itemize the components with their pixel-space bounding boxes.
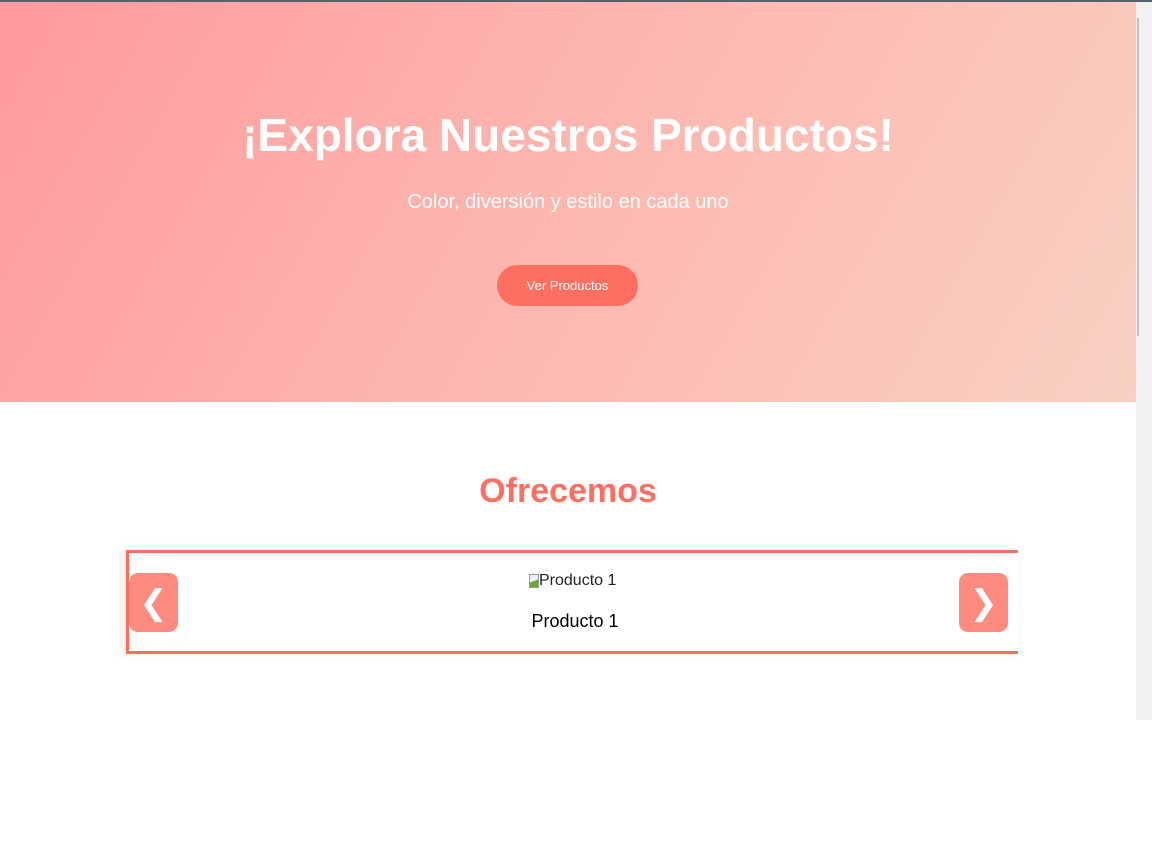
broken-image-icon	[529, 574, 539, 588]
view-products-button[interactable]: Ver Productos	[497, 265, 638, 306]
hero-title: ¡Explora Nuestros Productos!	[242, 109, 894, 161]
section-title: Ofrecemos	[479, 472, 657, 510]
product-caption: Producto 1	[531, 611, 619, 631]
carousel-next-button[interactable]: ❯	[959, 573, 1008, 632]
scrollbar-thumb[interactable]	[1137, 18, 1139, 336]
product-image-alt: Producto 1	[539, 572, 617, 589]
product-image: Producto 1	[529, 572, 616, 590]
hero-subtitle: Color, diversión y estilo en cada uno	[407, 191, 729, 213]
hero-banner: ¡Explora Nuestros Productos! Color, dive…	[0, 2, 1136, 402]
product-carousel: ❮ Producto 1 Producto 1 ❯	[126, 550, 1018, 654]
